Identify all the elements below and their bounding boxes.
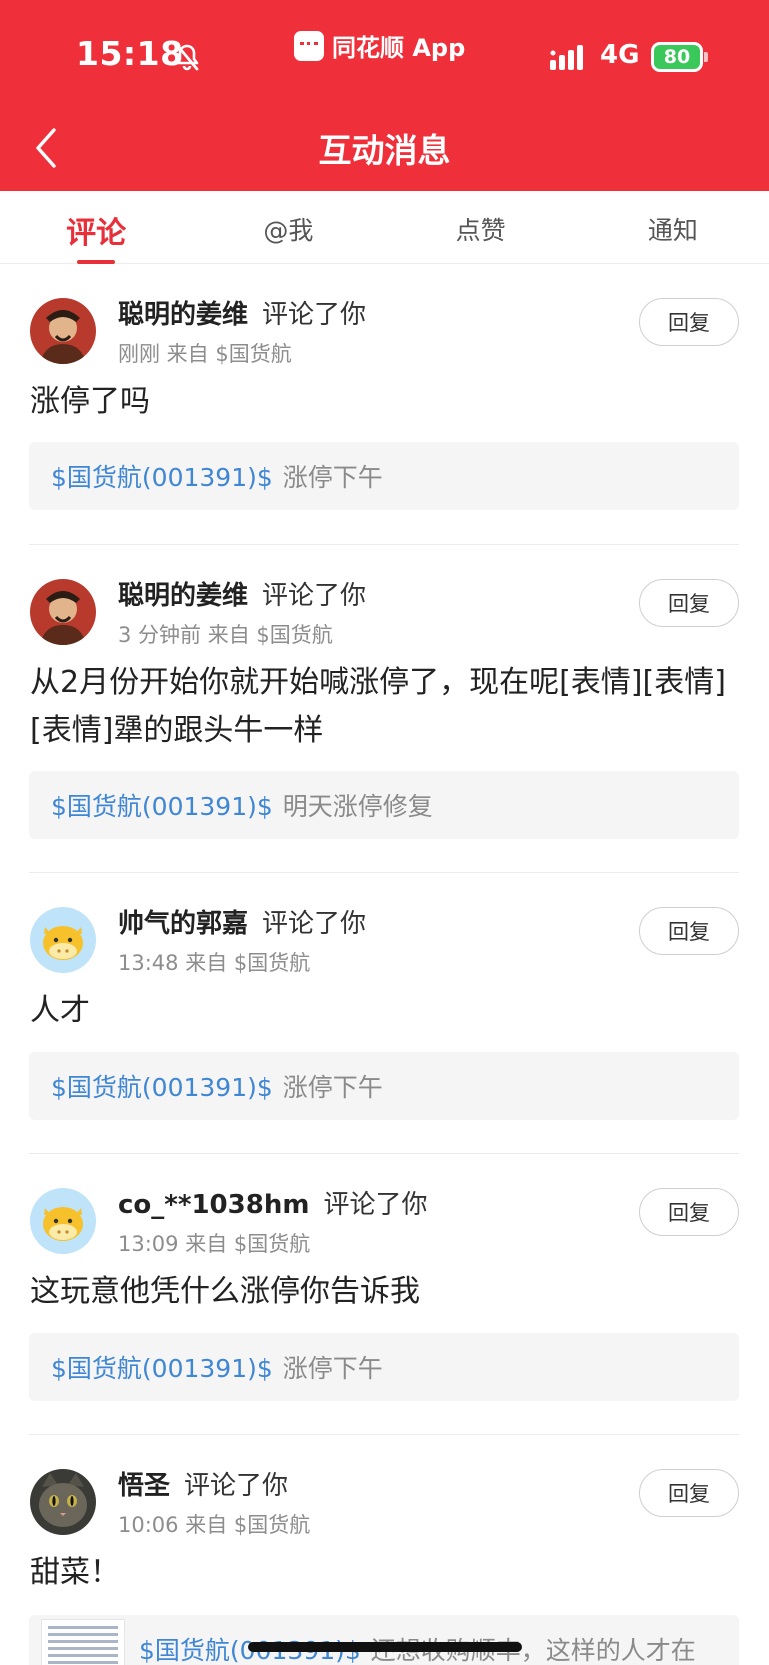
quoted-text: 涨停下午 bbox=[282, 463, 383, 492]
tab-label: 评论 bbox=[66, 216, 127, 251]
quoted-post[interactable]: $国货航(001391)$ 明天涨停修复 bbox=[29, 771, 739, 839]
stock-link[interactable]: $国货航(001391)$ bbox=[51, 1068, 273, 1104]
app-header: 15:18 同花顺 App 4G 80 互动消息 bbox=[0, 0, 769, 191]
name-line: 悟圣 评论了你 bbox=[118, 1465, 288, 1502]
comment-text: 涨停了吗 bbox=[30, 384, 150, 419]
name-line: co_**1038hm 评论了你 bbox=[118, 1184, 427, 1221]
tab-label: 通知 bbox=[647, 216, 698, 245]
avatar-general-icon bbox=[30, 579, 96, 645]
quoted-post-thumbnail bbox=[41, 1619, 125, 1665]
comment-text: 从2月份开始你就开始喊涨停了，现在呢[表情][表情][表情]犟的跟头牛一样 bbox=[30, 665, 726, 748]
comment-item: 聪明的姜维 评论了你 刚刚 来自 $国货航 回复 涨停了吗 $国货航(001391… bbox=[0, 264, 769, 545]
tab-label: @我 bbox=[263, 216, 314, 245]
name-line: 帅气的郭嘉 评论了你 bbox=[118, 903, 366, 940]
stock-link[interactable]: $国货航(001391)$ bbox=[51, 458, 273, 494]
reply-button[interactable]: 回复 bbox=[639, 1469, 739, 1517]
quoted-post[interactable]: $国货航(001391)$ 涨停下午 bbox=[29, 442, 739, 510]
home-indicator[interactable] bbox=[248, 1642, 522, 1652]
quoted-text: 明天涨停修复 bbox=[282, 792, 433, 821]
avatar-cat-icon bbox=[30, 1469, 96, 1535]
avatar[interactable] bbox=[30, 907, 96, 973]
app-name: 同花顺 App bbox=[332, 34, 466, 62]
signal-icon bbox=[550, 45, 583, 70]
avatar[interactable] bbox=[30, 1469, 96, 1535]
battery-level: 80 bbox=[654, 45, 700, 69]
tab-notifications[interactable]: 通知 bbox=[577, 191, 769, 263]
quoted-text: 涨停下午 bbox=[282, 1073, 383, 1102]
quoted-post[interactable]: $国货航(001391)$还想收购顺丰，这样的人才在 bbox=[29, 1615, 739, 1665]
user-name[interactable]: 聪明的姜维 bbox=[118, 300, 248, 330]
quoted-text: 涨停下午 bbox=[282, 1354, 383, 1383]
tab-likes[interactable]: 点赞 bbox=[385, 191, 577, 263]
avatar[interactable] bbox=[30, 298, 96, 364]
comment-meta: 13:48 来自 $国货航 bbox=[118, 951, 311, 975]
quoted-post[interactable]: $国货航(001391)$ 涨停下午 bbox=[29, 1052, 739, 1120]
network-label: 4G bbox=[600, 40, 640, 70]
stock-link[interactable]: $国货航(001391)$ bbox=[51, 787, 273, 823]
tab-mentions[interactable]: @我 bbox=[192, 191, 384, 263]
user-name[interactable]: co_**1038hm bbox=[118, 1190, 309, 1220]
quoted-post[interactable]: $国货航(001391)$ 涨停下午 bbox=[29, 1333, 739, 1401]
action-text: 评论了你 bbox=[262, 909, 367, 939]
name-line: 聪明的姜维 评论了你 bbox=[118, 294, 366, 331]
app-logo-icon bbox=[294, 30, 324, 61]
status-time: 15:18 bbox=[76, 34, 184, 73]
comment-item: co_**1038hm 评论了你 13:09 来自 $国货航 回复 这玩意他凭什么… bbox=[0, 1154, 769, 1435]
action-text: 评论了你 bbox=[262, 581, 367, 611]
reply-button[interactable]: 回复 bbox=[639, 907, 739, 955]
action-text: 评论了你 bbox=[323, 1190, 428, 1220]
avatar-general-icon bbox=[30, 298, 96, 364]
comment-item: 悟圣评论了你 10:06 来自 $国货航 回复 甜菜！ $国货航(001391)… bbox=[0, 1435, 769, 1665]
tab-bar: 评论 @我 点赞 通知 bbox=[0, 191, 769, 264]
user-name[interactable]: 聪明的姜维 bbox=[118, 581, 248, 611]
comment-item: 帅气的郭嘉 评论了你 13:48 来自 $国货航 回复 人才 $国货航(00139… bbox=[0, 873, 769, 1154]
avatar[interactable] bbox=[30, 1188, 96, 1254]
avatar[interactable] bbox=[30, 579, 96, 645]
avatar-cow-icon bbox=[30, 907, 96, 973]
page-title: 互动消息 bbox=[318, 131, 451, 170]
user-name[interactable]: 悟圣 bbox=[118, 1471, 170, 1501]
comment-item: 聪明的姜维 评论了你 3 分钟前 来自 $国货航 回复 从2月份开始你就开始喊涨停… bbox=[0, 545, 769, 873]
app-indicator: 同花顺 App bbox=[294, 28, 465, 63]
comment-text: 甜菜！ bbox=[30, 1555, 120, 1590]
action-text: 评论了你 bbox=[184, 1471, 289, 1501]
action-text: 评论了你 bbox=[262, 300, 367, 330]
comment-meta: 3 分钟前 来自 $国货航 bbox=[118, 623, 333, 647]
battery-icon: 80 bbox=[651, 42, 708, 72]
tab-label: 点赞 bbox=[455, 216, 506, 245]
bell-muted-icon bbox=[175, 43, 199, 71]
comment-text: 人才 bbox=[30, 993, 90, 1028]
comment-meta: 13:09 来自 $国货航 bbox=[118, 1232, 311, 1256]
tab-comments[interactable]: 评论 bbox=[0, 191, 192, 264]
comment-meta: 10:06 来自 $国货航 bbox=[118, 1513, 311, 1537]
name-line: 聪明的姜维 评论了你 bbox=[118, 575, 366, 612]
reply-button[interactable]: 回复 bbox=[639, 579, 739, 627]
comment-text: 这玩意他凭什么涨停你告诉我 bbox=[30, 1274, 420, 1309]
comment-meta: 刚刚 来自 $国货航 bbox=[118, 342, 292, 366]
reply-button[interactable]: 回复 bbox=[639, 1188, 739, 1236]
stock-link[interactable]: $国货航(001391)$ bbox=[51, 1349, 273, 1385]
reply-button[interactable]: 回复 bbox=[639, 298, 739, 346]
user-name[interactable]: 帅气的郭嘉 bbox=[118, 909, 248, 939]
avatar-cow-icon bbox=[30, 1188, 96, 1254]
